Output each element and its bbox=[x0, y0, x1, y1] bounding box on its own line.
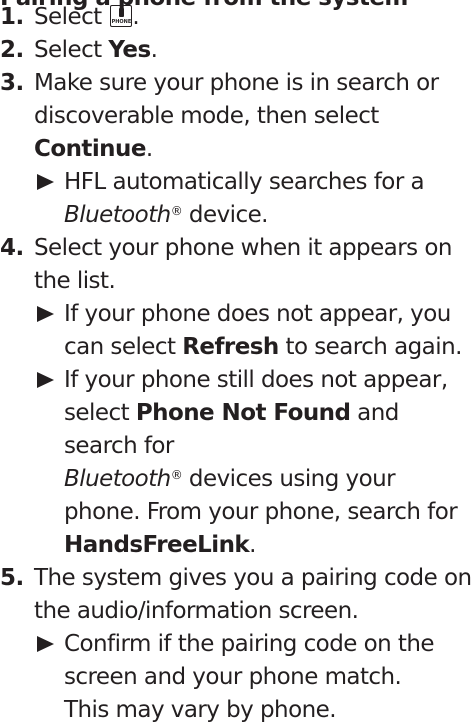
triangle-bullet-icon bbox=[37, 174, 54, 190]
step-text: Make sure your phone is in search or dis… bbox=[34, 70, 439, 129]
step-number: 1. bbox=[0, 4, 24, 30]
step-5: 5. The system gives you a pairing code o… bbox=[0, 562, 475, 727]
ui-label-yes: Yes bbox=[108, 37, 151, 63]
ui-label-refresh: Refresh bbox=[182, 334, 279, 360]
instruction-list: 1. Select PHONE. 2. Select Yes. 3. Make … bbox=[0, 1, 475, 727]
manual-page: Pairing a phone from the system 1. Selec… bbox=[0, 0, 475, 723]
step-text: Select bbox=[34, 4, 109, 30]
step-number: 5. bbox=[0, 565, 24, 591]
phone-button-icon: PHONE bbox=[110, 5, 133, 27]
step-note: HFL automatically searches for a Bluetoo… bbox=[34, 166, 475, 232]
triangle-bullet-icon bbox=[37, 306, 54, 322]
ui-label-continue: Continue bbox=[34, 136, 146, 162]
step-number: 2. bbox=[0, 37, 24, 63]
triangle-bullet-icon bbox=[37, 636, 54, 652]
step-text: The system gives you a pairing code on t… bbox=[34, 565, 472, 624]
step-2: 2. Select Yes. bbox=[0, 34, 475, 67]
step-text: Select your phone when it appears on the… bbox=[34, 235, 452, 294]
step-note: Confirm if the pairing code on the scree… bbox=[34, 628, 475, 727]
ui-label-handsfreelink: HandsFreeLink bbox=[64, 532, 250, 558]
step-1: 1. Select PHONE. bbox=[0, 1, 475, 34]
triangle-bullet-icon bbox=[37, 372, 54, 388]
step-number: 4. bbox=[0, 235, 24, 261]
step-4: 4. Select your phone when it appears on … bbox=[0, 232, 475, 562]
step-note: If your phone does not appear, you can s… bbox=[34, 298, 475, 364]
ui-label-phone-not-found: Phone Not Found bbox=[135, 400, 351, 426]
step-note: If your phone still does not appear, sel… bbox=[34, 364, 475, 562]
step-3: 3. Make sure your phone is in search or … bbox=[0, 67, 475, 232]
step-text: Select bbox=[34, 37, 109, 63]
step-number: 3. bbox=[0, 70, 24, 96]
